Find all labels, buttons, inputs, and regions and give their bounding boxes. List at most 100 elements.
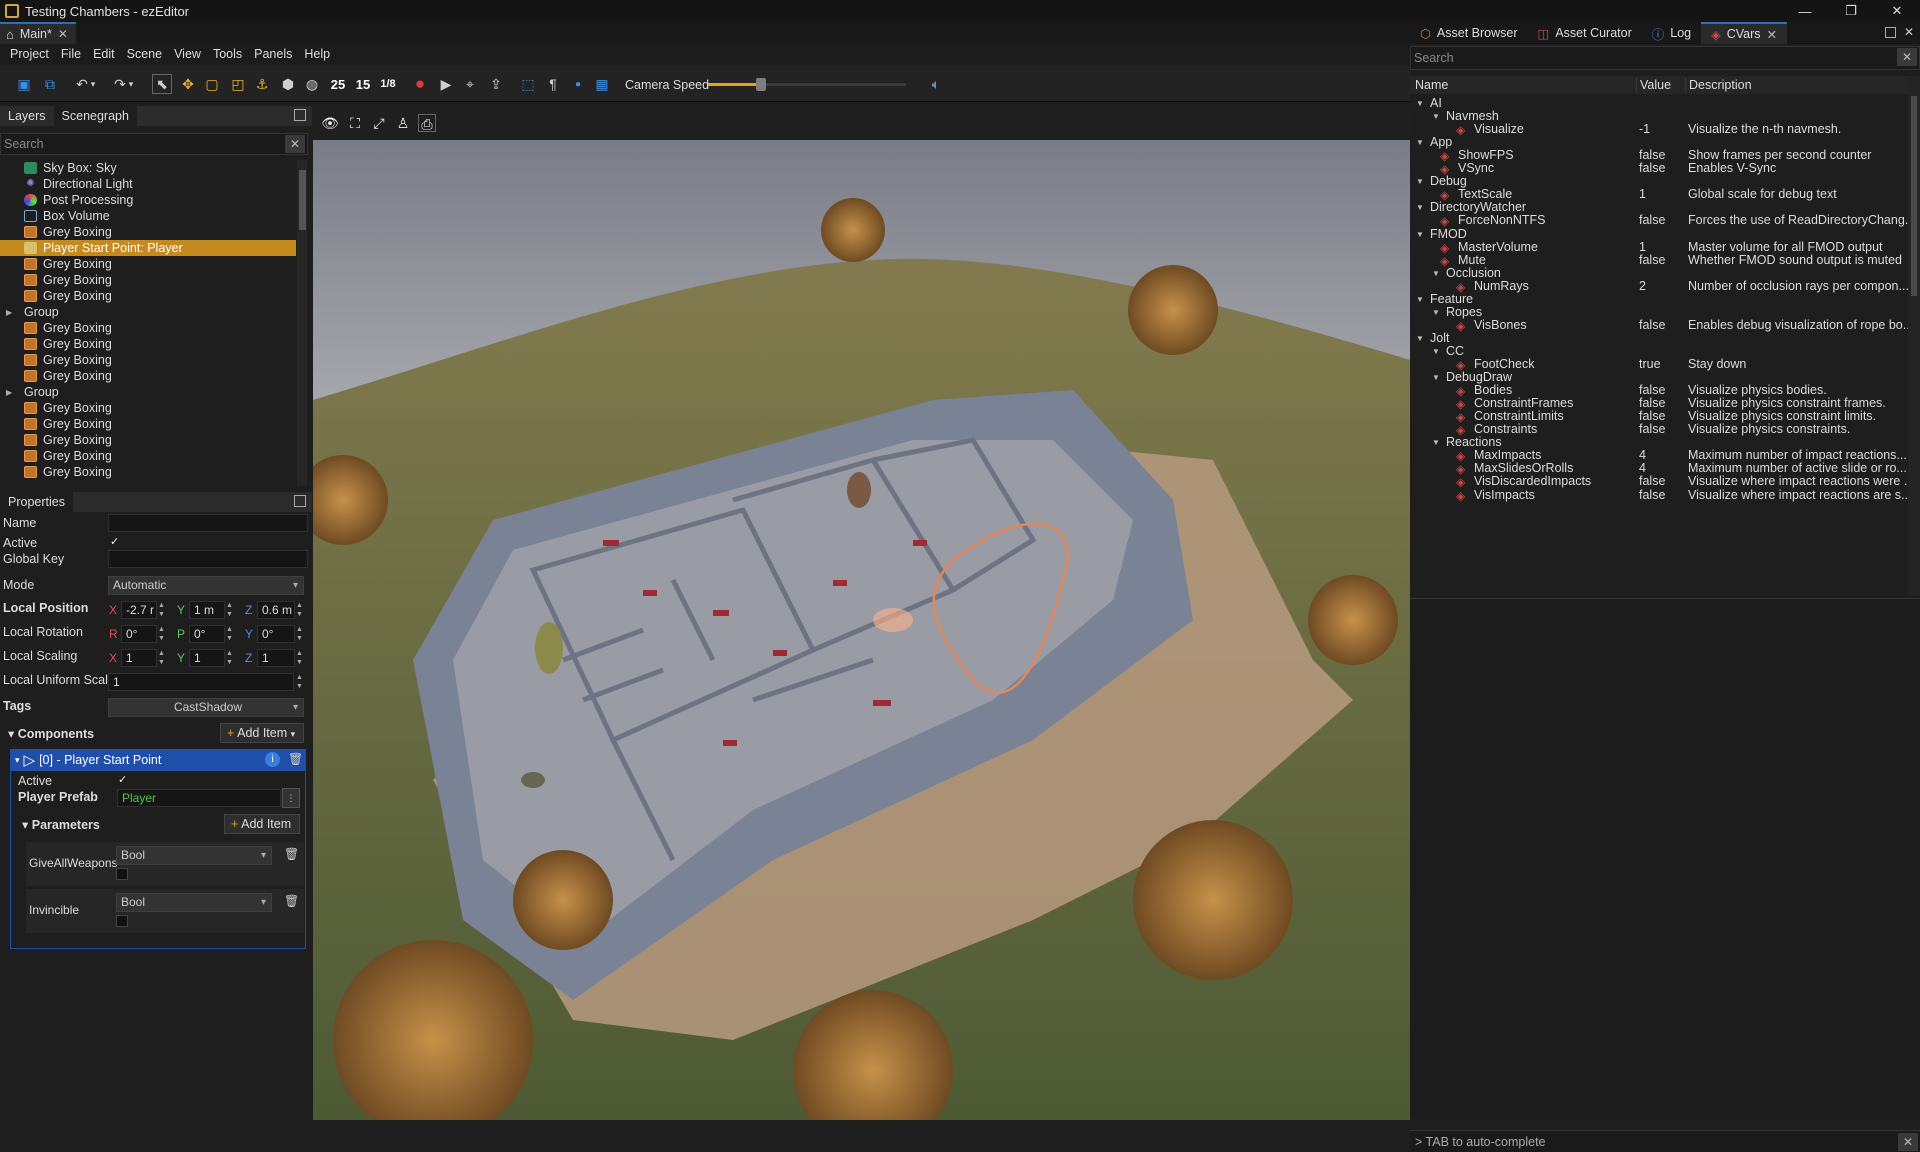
render-mode-icon[interactable]: ⛶ [346,114,364,132]
asset-picker-icon[interactable]: ⋮ [282,788,300,808]
rotation-y-field[interactable]: 0° [257,625,295,643]
component-active-checkbox[interactable]: ✓ [118,773,127,786]
cvar-value[interactable]: false [1639,161,1665,175]
float-panel-icon[interactable] [1885,27,1896,38]
tab-asset-browser[interactable]: ⬡ Asset Browser [1410,22,1528,44]
tree-item[interactable]: Grey Boxing [0,368,296,384]
spin-arrows-icon[interactable]: ▲ ▼ [157,601,166,619]
tree-item[interactable]: Grey Boxing [0,256,296,272]
cvar-value[interactable]: false [1639,396,1665,410]
cvar-value[interactable]: false [1639,213,1665,227]
scenegraph-search-input[interactable]: Search ✕ [0,133,308,155]
scene-tree-scrollbar[interactable] [297,160,307,486]
console-input[interactable]: > TAB to auto-complete ✕ [1410,1130,1920,1152]
camera-person-icon[interactable]: ♙ [394,114,412,132]
play-icon[interactable]: ▶ [436,74,456,94]
collapse-arrow-icon[interactable]: ▼ [1432,347,1440,356]
cvar-value[interactable]: 4 [1639,461,1646,475]
collapse-arrow-icon[interactable]: ▼ [1432,112,1440,121]
scale-y-field[interactable]: 1 [189,649,225,667]
cvar-value[interactable]: 1 [1639,187,1646,201]
tab-layers[interactable]: Layers [0,106,54,126]
cvar-value[interactable]: false [1639,409,1665,423]
close-panel-icon[interactable]: ✕ [1904,25,1914,39]
tree-item[interactable]: Player Start Point: Player [0,240,296,256]
menu-project[interactable]: Project [4,47,55,61]
add-component-button[interactable]: + Add Item ▾ [220,723,304,743]
cvar-search-input[interactable]: Search ✕ [1410,46,1920,70]
collapse-arrow-icon[interactable]: ▼ [1432,373,1440,382]
tab-cvars[interactable]: ◈ CVars ✕ [1701,22,1788,44]
tab-scenegraph[interactable]: Scenegraph [53,106,137,126]
param-value-checkbox[interactable] [116,915,128,927]
param-type-dropdown[interactable]: Bool [116,846,272,865]
collapse-arrow-icon[interactable]: ▼ [1432,308,1440,317]
column-description[interactable]: Description [1685,78,1752,92]
cvar-row[interactable]: ◈ VisImpacts false Visualize where impact r… [1410,488,1911,504]
minimize-button[interactable]: — [1782,0,1828,22]
param-type-dropdown[interactable]: Bool [116,893,272,912]
active-checkbox[interactable]: ✓ [110,535,119,548]
spin-arrows-icon[interactable]: ▲ ▼ [295,649,304,667]
cvar-value[interactable]: false [1639,148,1665,162]
expand-arrow-icon[interactable]: ▶ [6,308,16,317]
spin-arrows-icon[interactable]: ▲ ▼ [225,625,234,643]
collapse-arrow-icon[interactable]: ▼ [1416,99,1424,108]
rotate-gizmo-icon[interactable]: ▢ [202,74,222,94]
tree-item[interactable]: ✺ Directional Light [0,176,296,192]
tree-item[interactable]: Grey Boxing [0,320,296,336]
tab-main[interactable]: ⌂ Main* ✕ [0,22,76,44]
translate-gizmo-icon[interactable]: ✥ [178,74,198,94]
record-icon[interactable]: ● [410,74,430,94]
cvar-value[interactable]: false [1639,474,1665,488]
menu-tools[interactable]: Tools [207,47,248,61]
selection-box-icon[interactable]: ⬚ [518,74,538,94]
create-object-icon[interactable]: ⬢ [278,74,298,94]
redo-dropdown-icon[interactable]: ▾ [126,74,136,94]
player-prefab-field[interactable]: Player [117,789,281,807]
column-value[interactable]: Value [1636,78,1671,92]
rotation-p-field[interactable]: 0° [189,625,225,643]
tree-item[interactable]: Grey Boxing [0,336,296,352]
spin-arrows-icon[interactable]: ▲ ▼ [225,601,234,619]
tab-close-icon[interactable]: ✕ [1767,27,1777,42]
rotation-r-field[interactable]: 0° [121,625,157,643]
scene-viewport[interactable]: 👁︎ ⛶ ⤢ ♙ ⎙ [313,106,1410,1120]
scale-z-field[interactable]: 1 [257,649,295,667]
collapse-arrow-icon[interactable]: ▾ [15,755,20,766]
pilcrow-icon[interactable]: ¶ [543,74,563,94]
spin-arrows-icon[interactable]: ▲ ▼ [295,673,304,691]
save-icon[interactable]: ▣ [14,74,34,94]
delete-component-icon[interactable]: 🗑︎ [288,752,303,766]
undo-dropdown-icon[interactable]: ▾ [88,74,98,94]
fullscreen-icon[interactable]: ⤢ [370,114,388,132]
restore-button[interactable]: ❐ [1828,0,1874,22]
menu-view[interactable]: View [168,47,207,61]
camera-speed-handle[interactable] [755,78,766,91]
tab-asset-curator[interactable]: ◫ Asset Curator [1528,22,1642,44]
tree-item[interactable]: Grey Boxing [0,400,296,416]
scale-x-field[interactable]: 1 [121,649,157,667]
clear-console-icon[interactable]: ✕ [1898,1133,1918,1151]
tree-item-group[interactable]: ▶ Group [0,304,296,320]
tree-item[interactable]: Grey Boxing [0,432,296,448]
snap-scale-value[interactable]: 1/8 [378,74,398,94]
camera-speed-slider[interactable] [708,78,906,91]
column-name[interactable]: Name [1415,78,1448,92]
menu-panels[interactable]: Panels [248,47,298,61]
tree-item-group[interactable]: ▶ Group [0,384,296,400]
tree-item[interactable]: Box Volume [0,208,296,224]
spin-arrows-icon[interactable]: ▲ ▼ [225,649,234,667]
cvar-value[interactable]: false [1639,318,1665,332]
delete-param-icon[interactable]: 🗑︎ [284,847,299,861]
position-y-field[interactable]: 1 m [189,601,225,619]
export-icon[interactable]: ⇪ [486,74,506,94]
select-tool-icon[interactable]: ⬉ [152,74,172,94]
float-panel-icon[interactable] [294,495,306,507]
close-window-button[interactable]: ✕ [1874,0,1920,22]
save-all-icon[interactable]: ⧉ [40,74,60,94]
add-parameter-button[interactable]: + Add Item [224,814,300,834]
collapse-arrow-icon[interactable]: ▼ [1416,138,1424,147]
expand-arrow-icon[interactable]: ▶ [6,388,16,397]
uniform-scale-field[interactable]: 1 [108,673,294,691]
